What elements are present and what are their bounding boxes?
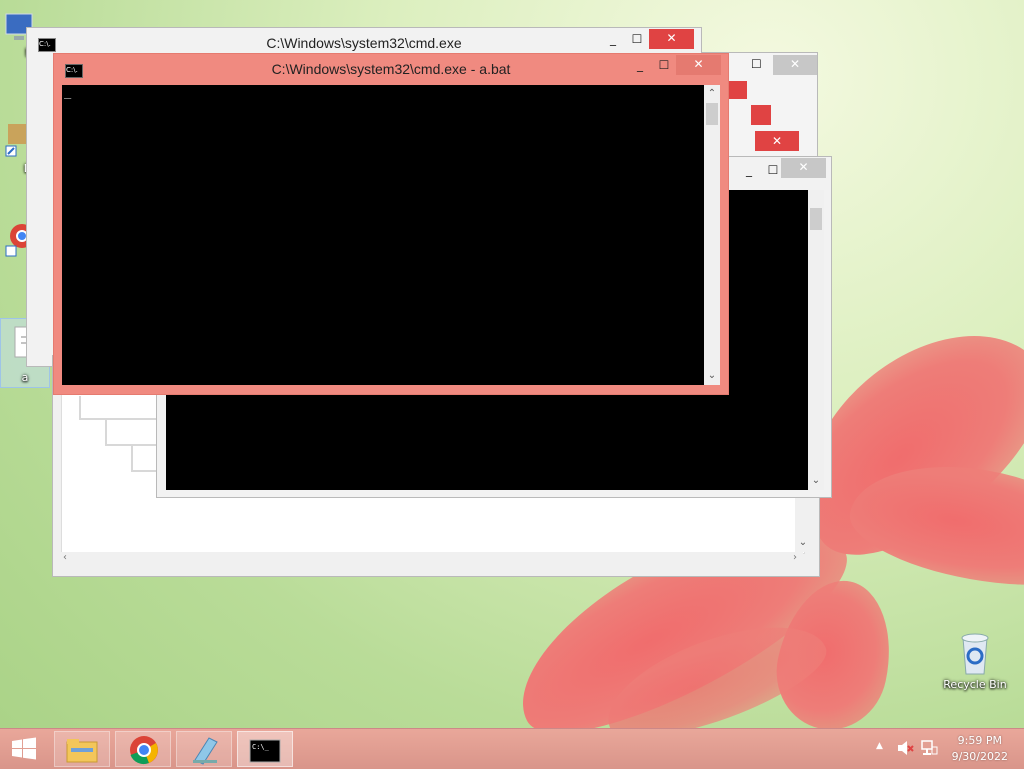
nested-window-edge [79, 396, 163, 420]
network-icon[interactable] [920, 739, 938, 760]
taskbar-notepad[interactable] [176, 731, 232, 767]
maximize-button[interactable]: ☐ [652, 56, 676, 76]
cmd-window-a-bat[interactable]: C:\. C:\Windows\system32\cmd.exe - a.bat… [53, 53, 729, 395]
recycle-bin-icon [955, 630, 995, 678]
clock-time: 9:59 PM [957, 734, 1002, 747]
taskbar: C:\_ ▲ 9:59 PM 9/30/2022 [0, 728, 1024, 769]
taskbar-chrome[interactable] [115, 731, 171, 767]
minimize-button[interactable]: _ [628, 56, 652, 76]
taskbar-cmd[interactable]: C:\_ [237, 731, 293, 767]
close-button[interactable]: ✕ [755, 131, 799, 151]
desktop-icon-recycle-bin[interactable]: Recycle Bin [939, 630, 1011, 691]
windows-logo-icon [12, 737, 36, 760]
maximize-button[interactable]: ☐ [751, 55, 762, 75]
nested-window-edge [105, 418, 163, 446]
chrome-icon [130, 736, 158, 765]
close-button[interactable]: ✕ [676, 55, 721, 75]
scroll-down-arrow[interactable]: ⌄ [795, 536, 811, 550]
scroll-thumb[interactable] [706, 103, 718, 125]
maximize-button[interactable]: ☐ [625, 30, 649, 50]
taskbar-file-explorer[interactable] [54, 731, 110, 767]
scroll-down-arrow[interactable]: ⌄ [808, 474, 824, 488]
speaker-muted-icon[interactable] [896, 739, 914, 760]
vertical-scrollbar[interactable]: ⌄ [808, 190, 824, 490]
scroll-down-arrow[interactable]: ⌄ [704, 369, 720, 383]
folder-icon [66, 739, 98, 763]
cmd-icon: C:\_ [249, 739, 281, 763]
close-button[interactable]: ✕ [773, 55, 817, 75]
start-button[interactable] [0, 729, 50, 769]
vertical-scrollbar[interactable]: ⌃ ⌄ [704, 85, 720, 385]
show-hidden-icons-button[interactable]: ▲ [876, 741, 883, 751]
minimize-button[interactable]: _ [601, 30, 625, 50]
console-output[interactable]: _ [62, 85, 704, 385]
scroll-left-arrow[interactable]: ‹ [63, 552, 67, 563]
notepad-icon [193, 737, 218, 765]
scroll-up-arrow[interactable]: ⌃ [704, 87, 720, 101]
text-cursor: _ [64, 85, 72, 99]
clock-date: 9/30/2022 [951, 750, 1008, 763]
scroll-right-arrow[interactable]: › [793, 552, 797, 563]
horizontal-scrollbar[interactable]: ‹ › [61, 552, 803, 566]
minimize-button[interactable]: _ [737, 161, 761, 181]
window-title: C:\Windows\system32\cmd.exe - a.bat [271, 61, 511, 77]
scroll-thumb[interactable] [810, 208, 822, 230]
close-button[interactable]: ✕ [781, 158, 826, 178]
close-button[interactable]: ✕ [649, 29, 694, 49]
system-clock[interactable]: 9:59 PM 9/30/2022 [952, 733, 1008, 765]
svg-text:C:\_: C:\_ [252, 743, 270, 751]
